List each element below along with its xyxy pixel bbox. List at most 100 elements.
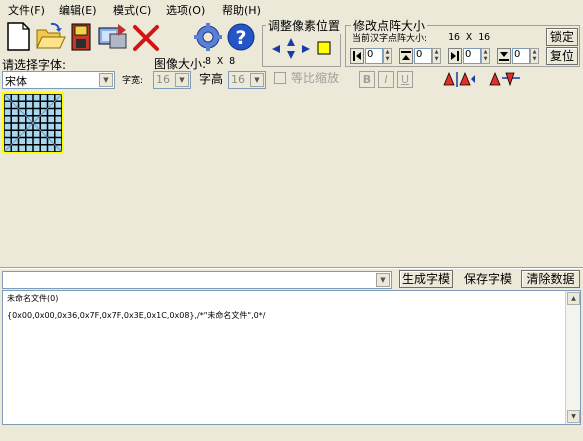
glyph-cell[interactable] [33, 109, 40, 115]
glyph-cell[interactable] [26, 102, 33, 108]
left-edge-button[interactable] [350, 48, 364, 64]
arrow-up-icon[interactable] [284, 36, 298, 48]
delete-button[interactable] [131, 20, 161, 52]
proportional-checkbox[interactable] [274, 72, 286, 84]
glyph-cell[interactable] [33, 102, 40, 108]
glyph-cell[interactable] [4, 116, 11, 123]
bottom-edge-spinner[interactable]: ▲ ▼ [530, 48, 539, 64]
new-file-button[interactable] [3, 20, 33, 52]
glyph-cell[interactable] [26, 94, 33, 101]
glyph-cell[interactable] [55, 109, 62, 115]
glyph-cell[interactable] [12, 109, 18, 115]
clear-button[interactable]: 清除数据 [521, 270, 580, 288]
right-edge-value[interactable]: 0 [463, 48, 481, 64]
font-select[interactable]: 宋体 ▼ [2, 71, 115, 89]
scroll-down-button[interactable]: ▼ [567, 410, 580, 423]
glyph-cell[interactable] [12, 123, 18, 130]
underline-button[interactable]: U [397, 71, 413, 88]
menu-help[interactable]: 帮助(H) [222, 2, 261, 18]
glyph-cell[interactable] [12, 131, 18, 137]
glyph-cell[interactable] [19, 145, 25, 152]
generate-button[interactable]: 生成字模 [399, 270, 453, 288]
glyph-cell[interactable] [4, 131, 11, 137]
glyph-cell[interactable] [26, 145, 33, 152]
glyph-cell[interactable] [33, 145, 40, 152]
top-edge-button[interactable] [399, 48, 413, 64]
glyph-preview-grid[interactable] [2, 92, 64, 154]
glyph-cell[interactable] [55, 138, 62, 144]
chevron-down-icon[interactable]: ▼ [99, 73, 113, 87]
arrow-right-icon[interactable] [300, 42, 312, 56]
glyph-cell[interactable] [33, 138, 40, 144]
glyph-cell[interactable] [48, 109, 54, 115]
output-format-select[interactable]: ▼ [2, 271, 392, 289]
glyph-cell[interactable] [19, 138, 25, 144]
chevron-down-icon[interactable]: ▼ [250, 73, 264, 87]
glyph-cell[interactable] [55, 116, 62, 123]
flip-vertical-icon[interactable] [487, 69, 523, 89]
glyph-cell[interactable] [48, 123, 54, 130]
center-icon[interactable] [316, 39, 332, 57]
glyph-cell[interactable] [26, 131, 33, 137]
lock-button[interactable]: 锁定 [546, 28, 578, 46]
char-height-select[interactable]: 16 ▼ [228, 71, 266, 89]
glyph-cell[interactable] [12, 116, 18, 123]
glyph-cell[interactable] [41, 94, 47, 101]
left-edge-spinner[interactable]: ▲ ▼ [383, 48, 392, 64]
char-width-select[interactable]: 16 ▼ [153, 71, 191, 89]
bold-button[interactable]: B [359, 71, 375, 88]
glyph-cell[interactable] [55, 123, 62, 130]
glyph-cell[interactable] [33, 94, 40, 101]
glyph-cell[interactable] [48, 131, 54, 137]
help-button[interactable]: ? [225, 20, 255, 52]
glyph-cell[interactable] [19, 94, 25, 101]
scroll-up-button[interactable]: ▲ [567, 292, 580, 305]
glyph-cell[interactable] [26, 138, 33, 144]
open-file-button[interactable] [34, 20, 66, 52]
menu-file[interactable]: 文件(F) [8, 2, 45, 18]
chevron-down-icon[interactable]: ▼ [175, 73, 189, 87]
output-textarea[interactable]: 未命名文件(0) {0x00,0x00,0x36,0x7F,0x7F,0x3E,… [2, 290, 581, 425]
settings-button[interactable] [193, 20, 223, 52]
save-button[interactable] [68, 20, 98, 52]
bottom-edge-value[interactable]: 0 [512, 48, 530, 64]
right-edge-spinner[interactable]: ▲ ▼ [481, 48, 490, 64]
glyph-cell[interactable] [55, 102, 62, 108]
arrow-left-icon[interactable] [270, 42, 282, 56]
right-edge-button[interactable] [448, 48, 462, 64]
italic-button[interactable]: I [378, 71, 394, 88]
glyph-cell[interactable] [48, 94, 54, 101]
glyph-cell[interactable] [41, 145, 47, 152]
glyph-cell[interactable] [19, 116, 25, 123]
glyph-cell[interactable] [12, 94, 18, 101]
bottom-edge-button[interactable] [497, 48, 511, 64]
save-font-button[interactable]: 保存字模 [460, 270, 516, 288]
export-button[interactable] [96, 20, 130, 52]
glyph-cell[interactable] [4, 102, 11, 108]
glyph-cell[interactable] [55, 131, 62, 137]
glyph-cell[interactable] [33, 131, 40, 137]
reset-button[interactable]: 复位 [546, 47, 578, 65]
arrow-down-icon[interactable] [284, 49, 298, 61]
glyph-cell[interactable] [4, 123, 11, 130]
chevron-down-icon[interactable]: ▼ [376, 273, 390, 287]
glyph-cell[interactable] [41, 116, 47, 123]
left-edge-value[interactable]: 0 [365, 48, 383, 64]
top-edge-value[interactable]: 0 [414, 48, 432, 64]
flip-horizontal-icon[interactable] [441, 69, 477, 89]
vertical-scrollbar[interactable]: ▲ ▼ [565, 291, 580, 424]
top-edge-spinner[interactable]: ▲ ▼ [432, 48, 441, 64]
menu-options[interactable]: 选项(O) [166, 2, 205, 18]
glyph-cell[interactable] [4, 138, 11, 144]
glyph-cell[interactable] [41, 102, 47, 108]
glyph-cell[interactable] [12, 145, 18, 152]
glyph-cell[interactable] [19, 102, 25, 108]
glyph-cell[interactable] [19, 123, 25, 130]
menu-edit[interactable]: 编辑(E) [59, 2, 97, 18]
menu-mode[interactable]: 模式(C) [113, 2, 151, 18]
glyph-cell[interactable] [26, 109, 33, 115]
glyph-cell[interactable] [48, 116, 54, 123]
glyph-cell[interactable] [4, 109, 11, 115]
glyph-cell[interactable] [41, 138, 47, 144]
glyph-cell[interactable] [48, 145, 54, 152]
